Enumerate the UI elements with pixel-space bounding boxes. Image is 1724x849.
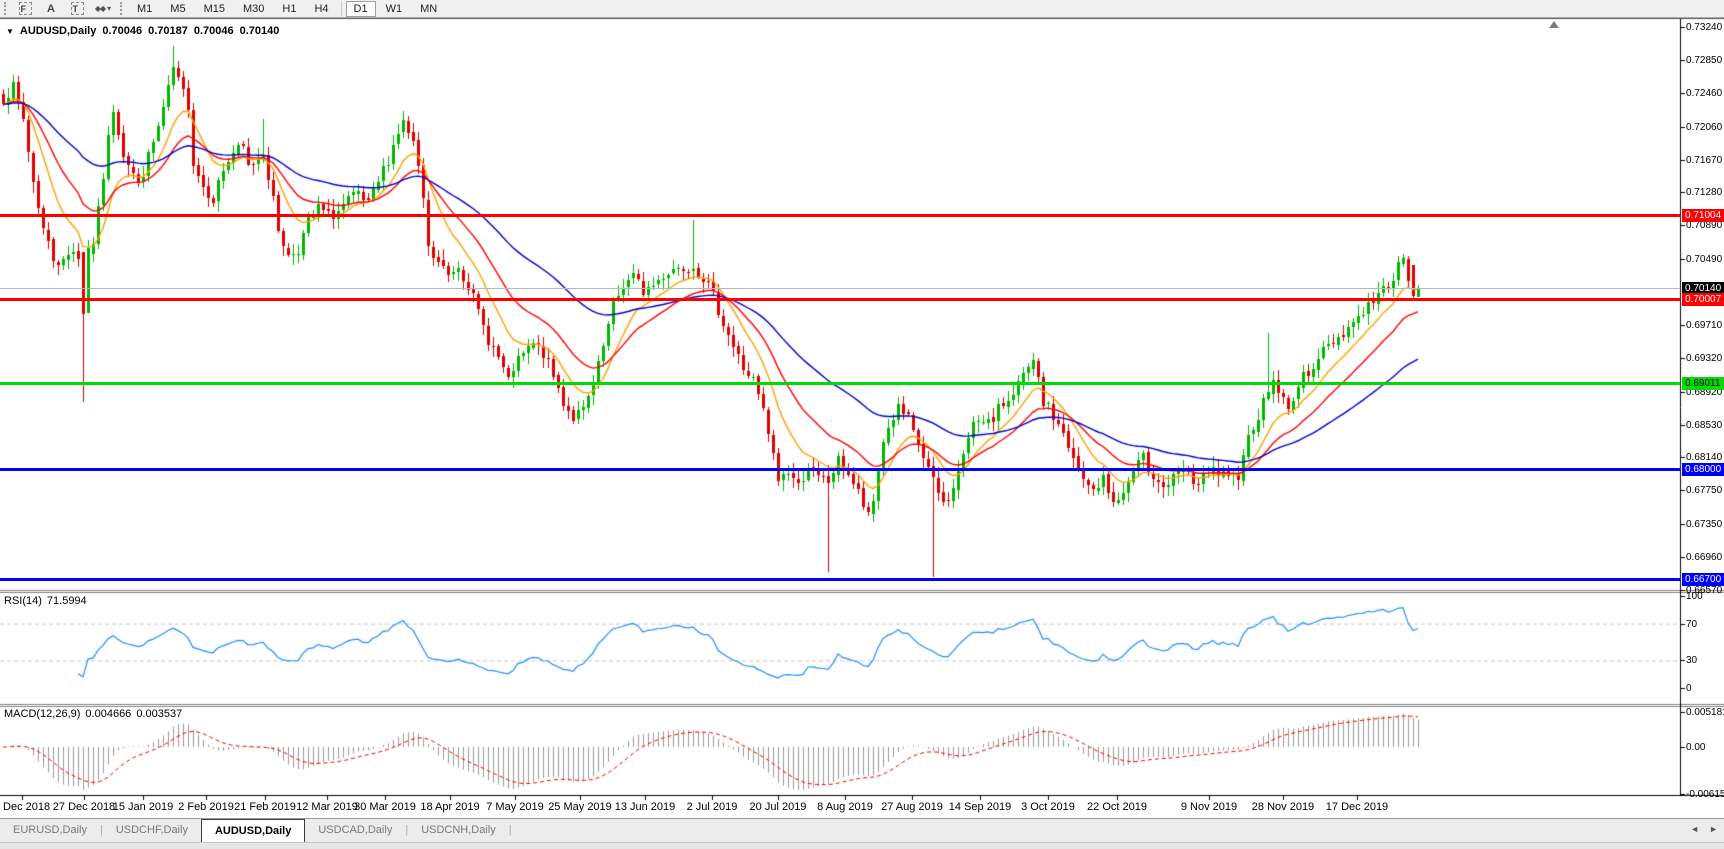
price-tick-label: 0.68530 — [1686, 419, 1722, 432]
price-tick-label: 0.69320 — [1686, 352, 1722, 365]
price-tick-label: 0.66960 — [1686, 551, 1722, 564]
current-price-line — [0, 288, 1680, 289]
support-line-0.66700[interactable] — [0, 578, 1680, 581]
tab-scrollers: ◄ ► — [1690, 824, 1718, 834]
macd-indicator-label: MACD(12,26,9) 0.004666 0.003537 — [4, 708, 182, 720]
ohlc-high: 0.70187 — [148, 25, 188, 37]
tab-audusd-daily[interactable]: AUDUSD,Daily — [201, 819, 305, 842]
tab-usdcad-daily[interactable]: USDCAD,Daily — [305, 819, 405, 842]
rsi-tick-label: 70 — [1686, 618, 1697, 631]
rsi-value: 71.5994 — [47, 595, 87, 607]
timeframe-button-m1[interactable]: M1 — [129, 1, 160, 17]
timeframes-group: M1M5M15M30H1H4 D1W1MN — [128, 1, 446, 17]
chart-tabs: EURUSD,Daily|USDCHF,DailyAUDUSD,DailyUSD… — [0, 819, 512, 842]
text-tool-button[interactable]: A — [40, 1, 62, 17]
macd-tick-label: 0.00 — [1686, 741, 1705, 754]
price-tick-label: 0.67750 — [1686, 484, 1722, 497]
timeframe-button-d1[interactable]: D1 — [346, 1, 376, 17]
timeframe-button-mn[interactable]: MN — [412, 1, 445, 17]
mt4-window: F A T ◆◆▾ M1M5M15M30H1H4 D1W1MN ▼ AUDUSD,Dai… — [0, 0, 1724, 849]
fibonacci-tool-button[interactable]: F — [14, 1, 36, 17]
tab-eurusd-daily[interactable]: EURUSD,Daily — [0, 819, 100, 842]
price-tick-label: 0.71670 — [1686, 154, 1722, 167]
chart-expander-icon[interactable]: ▼ — [6, 27, 14, 36]
rsi-name: RSI(14) — [4, 595, 42, 607]
window-bottom-strip — [0, 842, 1724, 849]
price-level-badge: 0.70007 — [1682, 293, 1724, 306]
macd-tick-label: -0.006153 — [1686, 788, 1724, 801]
ohlc-close: 0.70140 — [240, 25, 280, 37]
price-level-badge: 0.68000 — [1682, 463, 1724, 476]
date-tick-label: 17 Dec 2019 — [1315, 801, 1399, 813]
price-level-badge: 0.69011 — [1682, 377, 1724, 390]
price-tick-label: 0.71280 — [1686, 186, 1722, 199]
resistance-line-0.70007[interactable] — [0, 298, 1680, 301]
tab-separator: | — [509, 819, 512, 842]
price-tick-label: 0.72850 — [1686, 54, 1722, 67]
date-tick-label: 22 Oct 2019 — [1075, 801, 1159, 813]
chart-window: ▼ AUDUSD,Daily 0.70046 0.70187 0.70046 0… — [0, 18, 1724, 818]
chart-symbol-label: AUDUSD,Daily — [20, 25, 96, 37]
shapes-tool-icon: ◆◆ — [95, 4, 105, 13]
price-tick-label: 0.69710 — [1686, 319, 1722, 332]
rsi-indicator-label: RSI(14) 71.5994 — [4, 595, 87, 607]
rsi-tick-label: 0 — [1686, 682, 1692, 695]
drawing-tools-group: F A T ◆◆▾ — [12, 1, 116, 17]
price-tick-label: 0.73240 — [1686, 21, 1722, 34]
support-line-0.68000[interactable] — [0, 468, 1680, 471]
chart-tab-bar: EURUSD,Daily|USDCHF,DailyAUDUSD,DailyUSD… — [0, 818, 1724, 842]
tab-usdchf-daily[interactable]: USDCHF,Daily — [103, 819, 201, 842]
price-level-badge: 0.71004 — [1682, 209, 1724, 222]
price-tick-label: 0.70490 — [1686, 253, 1722, 266]
macd-tick-label: 0.005181 — [1686, 706, 1724, 719]
shapes-dropdown-caret-icon: ▾ — [107, 4, 111, 13]
resistance-line-0.71004[interactable] — [0, 214, 1680, 217]
timeframe-button-m30[interactable]: M30 — [235, 1, 272, 17]
tab-scroll-right-arrow[interactable]: ► — [1709, 824, 1718, 834]
text-box-tool-button[interactable]: T — [66, 1, 88, 17]
price-level-badge: 0.66700 — [1682, 573, 1724, 586]
timeframe-button-h4[interactable]: H4 — [306, 1, 336, 17]
price-tick-label: 0.72460 — [1686, 87, 1722, 100]
tab-scroll-left-arrow[interactable]: ◄ — [1690, 824, 1699, 834]
chart-shift-marker-icon — [1549, 21, 1559, 28]
toolbar-grip[interactable] — [4, 2, 7, 15]
macd-main-value: 0.004666 — [85, 708, 131, 720]
chart-canvas[interactable] — [0, 18, 1724, 818]
rsi-tick-label: 30 — [1686, 654, 1697, 667]
price-tick-label: 0.72060 — [1686, 121, 1722, 134]
ohlc-open: 0.70046 — [102, 25, 142, 37]
chart-title: ▼ AUDUSD,Daily 0.70046 0.70187 0.70046 0… — [6, 25, 279, 37]
date-tick-label: 9 Nov 2019 — [1167, 801, 1251, 813]
ohlc-low: 0.70046 — [194, 25, 234, 37]
toolbar-grip-2[interactable] — [120, 2, 123, 15]
tab-usdcnh-daily[interactable]: USDCNH,Daily — [408, 819, 509, 842]
price-tick-label: 0.67350 — [1686, 518, 1722, 531]
text-box-tool-icon: T — [71, 2, 84, 15]
fibonacci-tool-icon: F — [19, 2, 32, 15]
support-line-0.69011[interactable] — [0, 382, 1680, 385]
macd-signal-value: 0.003537 — [136, 708, 182, 720]
macd-name: MACD(12,26,9) — [4, 708, 80, 720]
timeframe-button-m15[interactable]: M15 — [196, 1, 233, 17]
timeframe-button-w1[interactable]: W1 — [378, 1, 411, 17]
timeframe-button-h1[interactable]: H1 — [274, 1, 304, 17]
timeframe-button-m5[interactable]: M5 — [162, 1, 193, 17]
toolbar: F A T ◆◆▾ M1M5M15M30H1H4 D1W1MN — [0, 0, 1724, 18]
shapes-tool-button[interactable]: ◆◆▾ — [92, 1, 114, 17]
timeframe-separator — [341, 1, 342, 16]
date-tick-label: 28 Nov 2019 — [1241, 801, 1325, 813]
text-tool-icon: A — [47, 3, 55, 15]
rsi-tick-label: 100 — [1686, 590, 1703, 603]
